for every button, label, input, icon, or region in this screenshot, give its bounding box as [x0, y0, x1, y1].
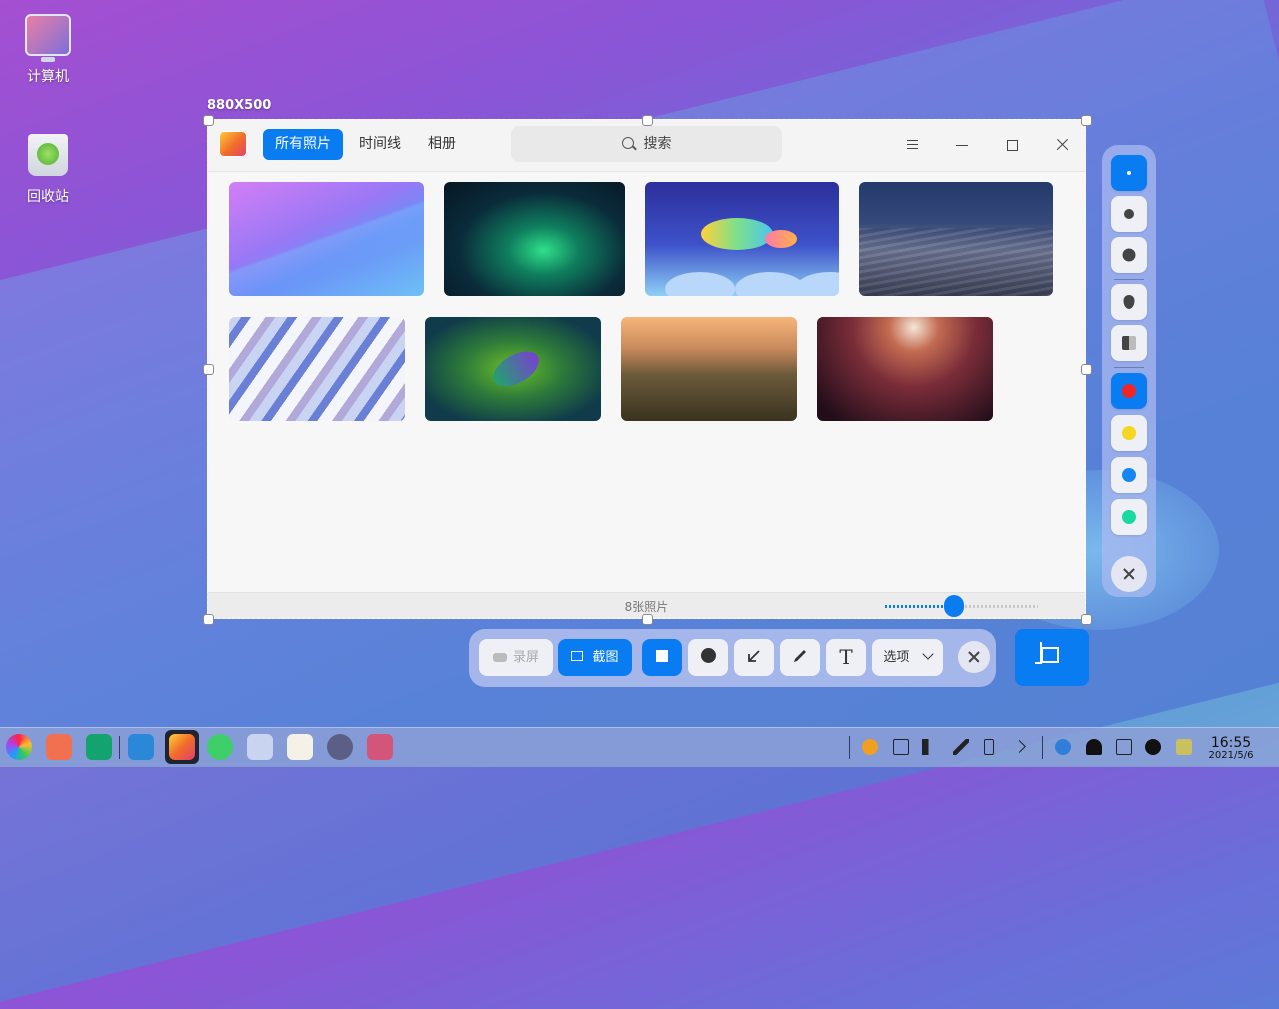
options-dropdown[interactable]: 选项: [872, 639, 943, 676]
desktop-icon-label: 计算机: [27, 69, 69, 85]
divider: [1042, 736, 1043, 759]
large-dot-icon: [1122, 248, 1136, 262]
red-swatch-icon: [1122, 384, 1136, 398]
yellow-swatch-icon: [1122, 426, 1136, 440]
size-medium-button[interactable]: [1111, 196, 1147, 232]
settings-icon[interactable]: [327, 734, 353, 760]
arrow-icon: [748, 650, 760, 662]
text-tool-button[interactable]: T: [826, 639, 866, 676]
multitask-view-icon[interactable]: [46, 734, 72, 760]
photos-icon[interactable]: [169, 734, 195, 760]
desktop-icon-label: 回收站: [27, 189, 69, 205]
music-icon[interactable]: [207, 734, 233, 760]
ellipse-tool-button[interactable]: [688, 639, 728, 676]
computer-icon: [25, 14, 71, 62]
crop-icon: [571, 651, 584, 661]
arrow-tool-button[interactable]: [734, 639, 774, 676]
medium-dot-icon: [1124, 209, 1134, 219]
chevron-down-icon: [921, 648, 934, 660]
notification-bell-icon[interactable]: [1086, 739, 1102, 755]
color-yellow-button[interactable]: [1111, 415, 1147, 451]
camera-icon: [492, 653, 507, 662]
divider: [119, 736, 120, 759]
color-red-button[interactable]: [1111, 373, 1147, 409]
resize-handle[interactable]: [1081, 115, 1092, 126]
resize-handle[interactable]: [1081, 364, 1092, 375]
trash-tray-icon[interactable]: [1176, 739, 1192, 755]
pen-icon: [794, 650, 806, 662]
input-method-icon[interactable]: [862, 739, 878, 755]
blur-button[interactable]: [1111, 284, 1147, 320]
contacts-icon[interactable]: [247, 734, 273, 760]
resize-handle[interactable]: [642, 115, 653, 126]
record-button[interactable]: 录屏: [479, 639, 553, 676]
screenshot-label: 截图: [592, 650, 619, 665]
resize-handle[interactable]: [203, 115, 214, 126]
pen-tool-button[interactable]: [780, 639, 820, 676]
divider: [1114, 279, 1144, 280]
pen-tray-icon[interactable]: [953, 739, 969, 755]
size-large-button[interactable]: [1111, 237, 1147, 273]
divider: [1114, 367, 1144, 368]
volume-icon[interactable]: [922, 739, 938, 755]
network-icon[interactable]: [1055, 739, 1071, 755]
launcher-icon[interactable]: [6, 734, 32, 760]
circle-icon: [700, 648, 716, 663]
text-icon: T: [839, 645, 853, 669]
size-small-button[interactable]: [1111, 155, 1147, 191]
onscreen-keyboard-icon[interactable]: [1116, 739, 1132, 755]
camera-app-icon[interactable]: [367, 734, 393, 760]
clock-date: 2021/5/6: [1208, 750, 1254, 761]
color-green-button[interactable]: [1111, 499, 1147, 535]
phone-icon[interactable]: [984, 739, 994, 755]
options-label: 选项: [883, 650, 910, 665]
desktop-icon-trash[interactable]: 回收站: [8, 134, 88, 206]
record-label: 录屏: [512, 650, 539, 665]
mosaic-icon: [1122, 336, 1136, 350]
mosaic-button[interactable]: [1111, 325, 1147, 361]
crop-confirm-icon: [1035, 642, 1059, 664]
resize-handle[interactable]: [642, 614, 653, 625]
terminal-icon[interactable]: [86, 734, 112, 760]
trash-icon: [28, 134, 68, 176]
keyboard-icon[interactable]: [893, 739, 909, 755]
desktop-icon-computer[interactable]: 计算机: [8, 14, 88, 86]
chevron-right-icon[interactable]: [1013, 740, 1026, 753]
droplet-icon: [1123, 295, 1135, 309]
green-swatch-icon: [1122, 510, 1136, 524]
color-blue-button[interactable]: [1111, 457, 1147, 493]
square-icon: [656, 650, 668, 662]
blue-swatch-icon: [1122, 468, 1136, 482]
selection-size-label: 880X500: [207, 98, 272, 113]
confirm-capture-button[interactable]: [1015, 629, 1089, 686]
drawing-options-toolbar: [1102, 145, 1156, 597]
app-store-icon[interactable]: [128, 734, 154, 760]
calendar-icon[interactable]: [287, 734, 313, 760]
clock-time: 16:55: [1210, 735, 1252, 751]
capture-toolbar: 录屏 截图 T 选项: [469, 629, 996, 687]
selection-frame[interactable]: [207, 119, 1086, 619]
screenshot-button[interactable]: 截图: [558, 639, 632, 676]
taskbar: 16:55 2021/5/6: [0, 727, 1279, 767]
resize-handle[interactable]: [203, 614, 214, 625]
rectangle-tool-button[interactable]: [642, 639, 682, 676]
clock[interactable]: 16:55 2021/5/6: [1205, 736, 1257, 762]
small-dot-icon: [1127, 171, 1131, 175]
resize-handle[interactable]: [203, 364, 214, 375]
close-options-button[interactable]: [1111, 556, 1147, 592]
exit-capture-button[interactable]: [958, 641, 990, 673]
resize-handle[interactable]: [1081, 614, 1092, 625]
divider: [849, 736, 850, 759]
power-icon[interactable]: [1145, 739, 1161, 755]
